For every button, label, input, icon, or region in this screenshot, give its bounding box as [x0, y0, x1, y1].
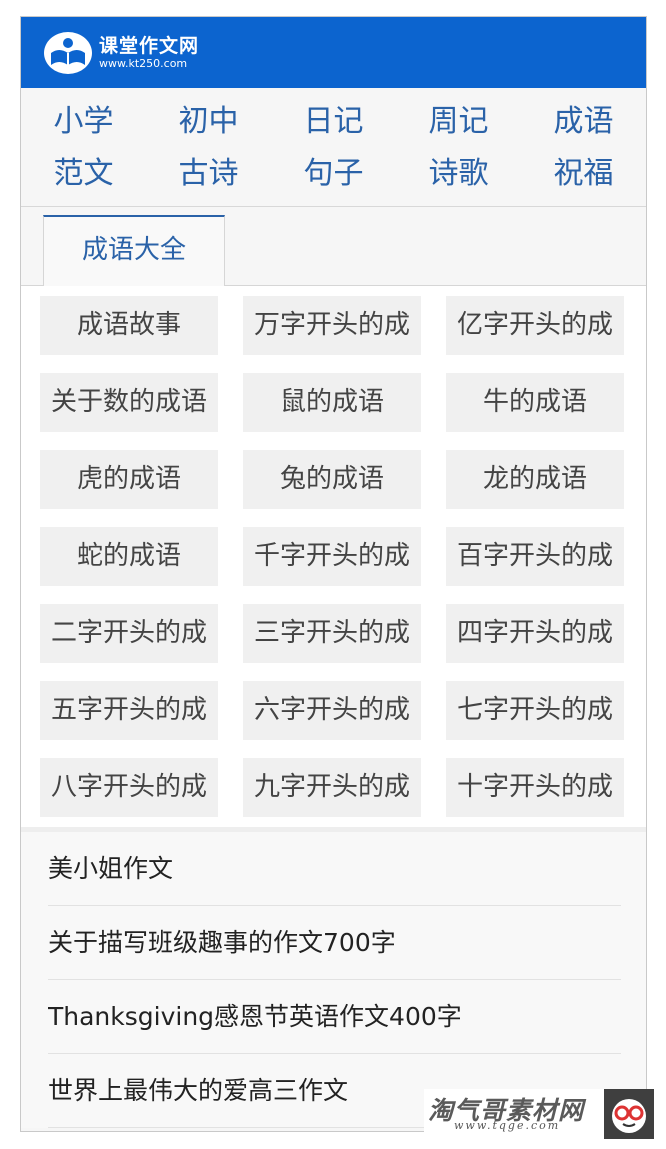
site-name: 课堂作文网 [99, 35, 200, 57]
idiom-link[interactable]: 牛的成语 [446, 373, 624, 432]
article-link[interactable]: 美小姐作文 [48, 832, 621, 906]
glasses-face-icon [604, 1089, 654, 1139]
book-hand-logo-icon [44, 32, 92, 74]
idiom-link[interactable]: 鼠的成语 [243, 373, 421, 432]
idiom-link[interactable]: 关于数的成语 [40, 373, 218, 432]
page-frame: 课堂作文网 www.kt250.com 小学 初中 日记 周记 成语 范文 古诗… [20, 16, 647, 1132]
idiom-link[interactable]: 虎的成语 [40, 450, 218, 509]
tab-idiom-collection[interactable]: 成语大全 [43, 215, 225, 286]
idiom-link-grid: 成语故事 万字开头的成 亿字开头的成 关于数的成语 鼠的成语 牛的成语 虎的成语… [21, 286, 646, 832]
tab-bar: 成语大全 [21, 207, 646, 286]
idiom-link[interactable]: 六字开头的成 [243, 681, 421, 740]
nav-item-junior-high[interactable]: 初中 [146, 96, 271, 148]
category-nav: 小学 初中 日记 周记 成语 范文 古诗 句子 诗歌 祝福 [21, 88, 646, 207]
idiom-link[interactable]: 亿字开头的成 [446, 296, 624, 355]
idiom-link[interactable]: 二字开头的成 [40, 604, 218, 663]
nav-item-sentences[interactable]: 句子 [271, 148, 396, 200]
watermark-url: www.tqge.com [454, 1119, 561, 1132]
article-list: 美小姐作文 关于描写班级趣事的作文700字 Thanksgiving感恩节英语作… [21, 832, 646, 1128]
nav-item-poetry[interactable]: 诗歌 [396, 148, 521, 200]
nav-item-weekly-journal[interactable]: 周记 [396, 96, 521, 148]
idiom-link[interactable]: 兔的成语 [243, 450, 421, 509]
idiom-link[interactable]: 五字开头的成 [40, 681, 218, 740]
idiom-link[interactable]: 七字开头的成 [446, 681, 624, 740]
nav-item-ancient-poems[interactable]: 古诗 [146, 148, 271, 200]
idiom-link[interactable]: 成语故事 [40, 296, 218, 355]
nav-item-model-essays[interactable]: 范文 [21, 148, 146, 200]
idiom-link[interactable]: 十字开头的成 [446, 758, 624, 817]
idiom-link[interactable]: 千字开头的成 [243, 527, 421, 586]
nav-item-idioms[interactable]: 成语 [521, 96, 646, 148]
idiom-link[interactable]: 万字开头的成 [243, 296, 421, 355]
nav-item-diary[interactable]: 日记 [271, 96, 396, 148]
idiom-link[interactable]: 龙的成语 [446, 450, 624, 509]
logo-text: 课堂作文网 www.kt250.com [99, 35, 199, 71]
idiom-link[interactable]: 蛇的成语 [40, 527, 218, 586]
article-link[interactable]: Thanksgiving感恩节英语作文400字 [48, 980, 621, 1054]
idiom-link[interactable]: 四字开头的成 [446, 604, 624, 663]
article-link[interactable]: 关于描写班级趣事的作文700字 [48, 906, 621, 980]
idiom-link[interactable]: 百字开头的成 [446, 527, 624, 586]
site-logo[interactable]: 课堂作文网 www.kt250.com [43, 31, 199, 75]
nav-item-primary-school[interactable]: 小学 [21, 96, 146, 148]
watermark: 淘气哥素材网 www.tqge.com [424, 1089, 654, 1139]
idiom-link[interactable]: 九字开头的成 [243, 758, 421, 817]
idiom-link[interactable]: 八字开头的成 [40, 758, 218, 817]
site-url: www.kt250.com [99, 57, 188, 70]
idiom-link[interactable]: 三字开头的成 [243, 604, 421, 663]
nav-item-blessings[interactable]: 祝福 [521, 148, 646, 200]
site-header: 课堂作文网 www.kt250.com [21, 17, 646, 88]
